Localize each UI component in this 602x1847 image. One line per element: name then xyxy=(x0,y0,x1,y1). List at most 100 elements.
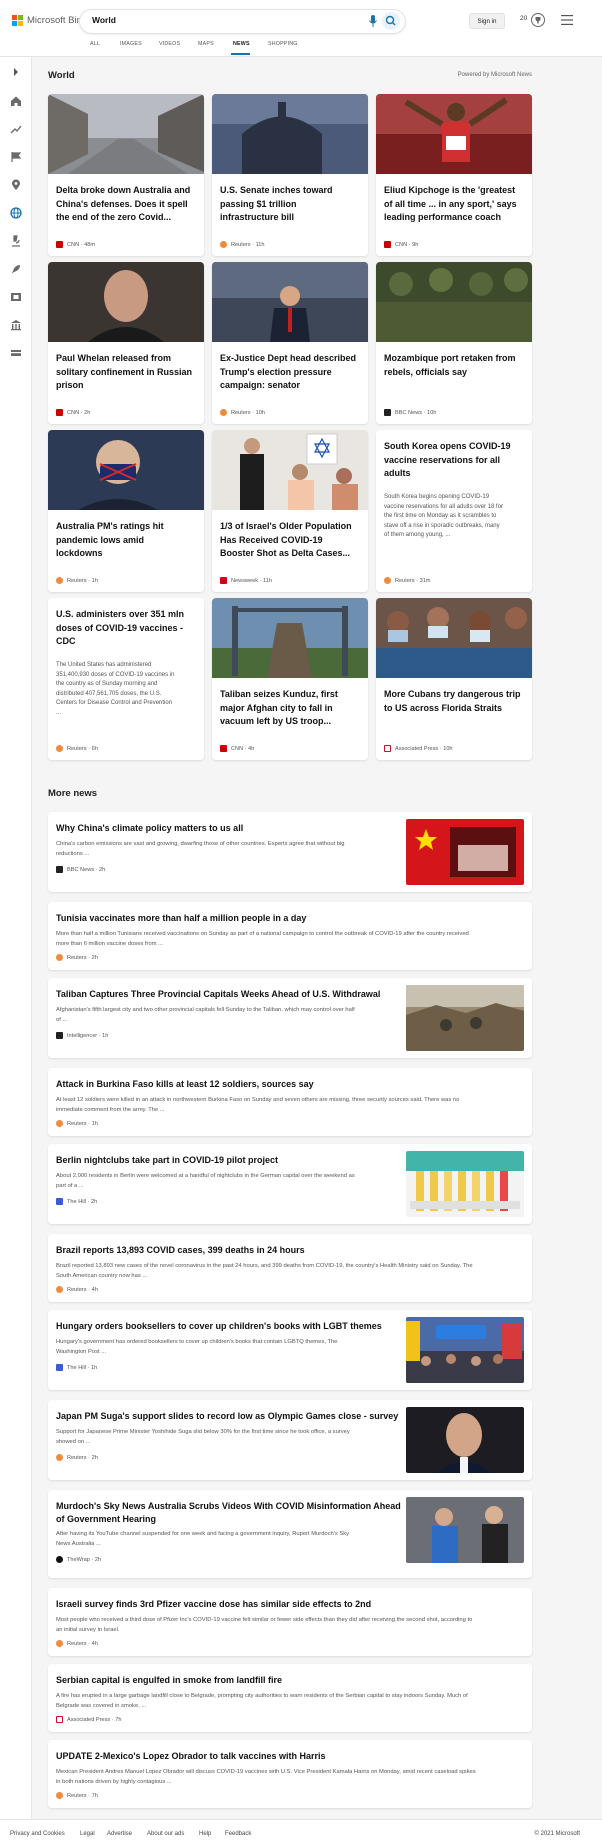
news-card[interactable]: Mozambique port retaken from rebels, offi… xyxy=(376,262,532,424)
search-button[interactable] xyxy=(382,12,400,30)
footer-link-legal[interactable]: Legal xyxy=(80,1831,95,1837)
news-list-item[interactable]: Taliban Captures Three Provincial Capita… xyxy=(48,978,532,1058)
rewards-trophy-icon[interactable] xyxy=(530,12,546,28)
news-list-item[interactable]: Why China's climate policy matters to us… xyxy=(48,812,532,892)
news-card[interactable]: More Cubans try dangerous trip to US acro… xyxy=(376,598,532,760)
news-title[interactable]: Hungary orders booksellers to cover up c… xyxy=(56,1320,382,1333)
news-card[interactable]: Paul Whelan released from solitary confin… xyxy=(48,262,204,424)
news-list-item[interactable]: Serbian capital is engulfed in smoke fro… xyxy=(48,1664,532,1732)
footer-link-help[interactable]: Help xyxy=(199,1831,211,1837)
runner-thumbnail xyxy=(376,94,532,174)
tab-maps[interactable]: MAPS xyxy=(198,41,214,47)
source-line: Reuters · 31m xyxy=(384,577,430,584)
film-icon[interactable] xyxy=(10,291,22,303)
news-snippet: Support for Japanese Prime Minister Yosh… xyxy=(56,1429,350,1445)
rewards-count[interactable]: 20 xyxy=(520,15,527,22)
footer-link-feedback[interactable]: Feedback xyxy=(225,1831,251,1837)
left-rail xyxy=(0,57,32,1819)
footer-link-advertise[interactable]: Advertise xyxy=(107,1831,132,1837)
reuters-icon xyxy=(56,1792,63,1799)
portrait-thumbnail xyxy=(48,262,204,342)
news-title[interactable]: Japan PM Suga's support slides to record… xyxy=(56,1410,398,1423)
money-icon[interactable] xyxy=(10,347,22,359)
news-title[interactable]: Israeli survey finds 3rd Pfizer vaccine … xyxy=(56,1598,371,1611)
header-divider xyxy=(0,56,602,57)
news-title[interactable]: Berlin nightclubs take part in COVID-19 … xyxy=(56,1154,278,1167)
card-title: Paul Whelan released from solitary confin… xyxy=(56,353,193,390)
news-list-item[interactable]: Attack in Burkina Faso kills at least 12… xyxy=(48,1068,532,1136)
news-title[interactable]: Attack in Burkina Faso kills at least 12… xyxy=(56,1078,314,1091)
chevron-right-icon[interactable] xyxy=(10,66,22,78)
reuters-icon xyxy=(220,409,227,416)
news-title[interactable]: Why China's climate policy matters to us… xyxy=(56,822,243,835)
powered-by-label[interactable]: Powered by Microsoft News xyxy=(458,72,532,78)
news-title[interactable]: Murdoch's Sky News Australia Scrubs Vide… xyxy=(56,1500,401,1526)
news-card[interactable]: U.S. administers over 351 mln doses of CO… xyxy=(48,598,204,760)
building-icon[interactable] xyxy=(10,319,22,331)
news-list-item[interactable]: Japan PM Suga's support slides to record… xyxy=(48,1400,532,1480)
trending-icon[interactable] xyxy=(10,123,22,135)
news-snippet: About 2,000 residents in Berlin were wel… xyxy=(56,1173,355,1189)
globe-icon[interactable] xyxy=(10,207,22,219)
footer-link-about-ads[interactable]: About our ads xyxy=(147,1831,184,1837)
news-list-item[interactable]: Brazil reports 13,893 COVID cases, 399 d… xyxy=(48,1234,532,1302)
source-line: Reuters · 1h xyxy=(56,1120,98,1127)
news-title[interactable]: Brazil reports 13,893 COVID cases, 399 d… xyxy=(56,1244,305,1257)
microscope-icon[interactable] xyxy=(10,235,22,247)
search-box[interactable]: World xyxy=(80,10,405,33)
reuters-icon xyxy=(56,745,63,752)
news-card[interactable]: Eliud Kipchoge is the 'greatest of all ti… xyxy=(376,94,532,256)
source-line: Reuters · 1h xyxy=(56,577,98,584)
news-card[interactable]: U.S. Senate inches toward passing $1 tril… xyxy=(212,94,368,256)
news-snippet: Hungary's government has ordered booksel… xyxy=(56,1339,338,1355)
news-card[interactable]: Delta broke down Australia and China's de… xyxy=(48,94,204,256)
tab-shopping[interactable]: SHOPPING xyxy=(268,41,298,47)
cnn-icon xyxy=(220,745,227,752)
source-line: Reuters · 7h xyxy=(56,1792,98,1799)
news-title[interactable]: Taliban Captures Three Provincial Capita… xyxy=(56,988,380,1001)
news-card[interactable]: Ex-Justice Dept head described Trump's el… xyxy=(212,262,368,424)
source-line: Reuters · 2h xyxy=(56,1454,98,1461)
bing-logo[interactable]: Microsoft Bing xyxy=(12,15,87,26)
news-card[interactable]: Taliban seizes Kunduz, first major Afghan… xyxy=(212,598,368,760)
bbc-icon xyxy=(56,866,63,873)
search-icon xyxy=(385,15,396,26)
section-title-more-news: More news xyxy=(48,788,98,799)
microphone-icon[interactable] xyxy=(368,14,378,28)
tab-news[interactable]: NEWS xyxy=(233,41,250,47)
newsweek-icon xyxy=(220,577,227,584)
flag-icon[interactable] xyxy=(10,151,22,163)
rocket-icon[interactable] xyxy=(10,263,22,275)
news-list-item[interactable]: Hungary orders booksellers to cover up c… xyxy=(48,1310,532,1390)
home-icon[interactable] xyxy=(10,95,22,107)
card-snippet: South Korea begins opening COVID-19 vacci… xyxy=(384,494,504,538)
card-title: 1/3 of Israel's Older Population Has Rece… xyxy=(220,521,352,558)
footer-link-privacy[interactable]: Privacy and Cookies xyxy=(10,1831,65,1837)
news-title[interactable]: Tunisia vaccinates more than half a mill… xyxy=(56,912,306,925)
news-list-item[interactable]: Murdoch's Sky News Australia Scrubs Vide… xyxy=(48,1490,532,1578)
tab-images[interactable]: IMAGES xyxy=(120,41,142,47)
news-card[interactable]: Australia PM's ratings hit pandemic lows … xyxy=(48,430,204,592)
search-input[interactable]: World xyxy=(92,15,116,25)
news-card[interactable]: South Korea opens COVID-19 vaccine reserv… xyxy=(376,430,532,592)
tab-all[interactable]: ALL xyxy=(90,41,100,47)
card-title: South Korea opens COVID-19 vaccine reserv… xyxy=(384,441,511,478)
source-line: TheWrap · 2h xyxy=(56,1556,101,1563)
news-list-item[interactable]: Israeli survey finds 3rd Pfizer vaccine … xyxy=(48,1588,532,1656)
news-list-item[interactable]: Berlin nightclubs take part in COVID-19 … xyxy=(48,1144,532,1224)
microsoft-logo-icon xyxy=(12,15,23,26)
news-list-item[interactable]: UPDATE 2-Mexico's Lopez Obrador to talk … xyxy=(48,1740,532,1808)
hamburger-menu-icon[interactable] xyxy=(561,15,573,25)
news-title[interactable]: Serbian capital is engulfed in smoke fro… xyxy=(56,1674,282,1687)
bbc-icon xyxy=(384,409,391,416)
news-card[interactable]: 1/3 of Israel's Older Population Has Rece… xyxy=(212,430,368,592)
soldiers-thumbnail xyxy=(376,262,532,342)
source-line: Intelligencer · 1h xyxy=(56,1032,108,1039)
tab-videos[interactable]: VIDEOS xyxy=(159,41,180,47)
news-title[interactable]: UPDATE 2-Mexico's Lopez Obrador to talk … xyxy=(56,1750,326,1763)
news-snippet: Most people who received a third dose of… xyxy=(56,1617,473,1633)
news-list-item[interactable]: Tunisia vaccinates more than half a mill… xyxy=(48,902,532,970)
sign-in-button[interactable]: Sign in xyxy=(469,13,505,29)
card-title: Ex-Justice Dept head described Trump's el… xyxy=(220,353,357,390)
location-pin-icon[interactable] xyxy=(10,179,22,191)
